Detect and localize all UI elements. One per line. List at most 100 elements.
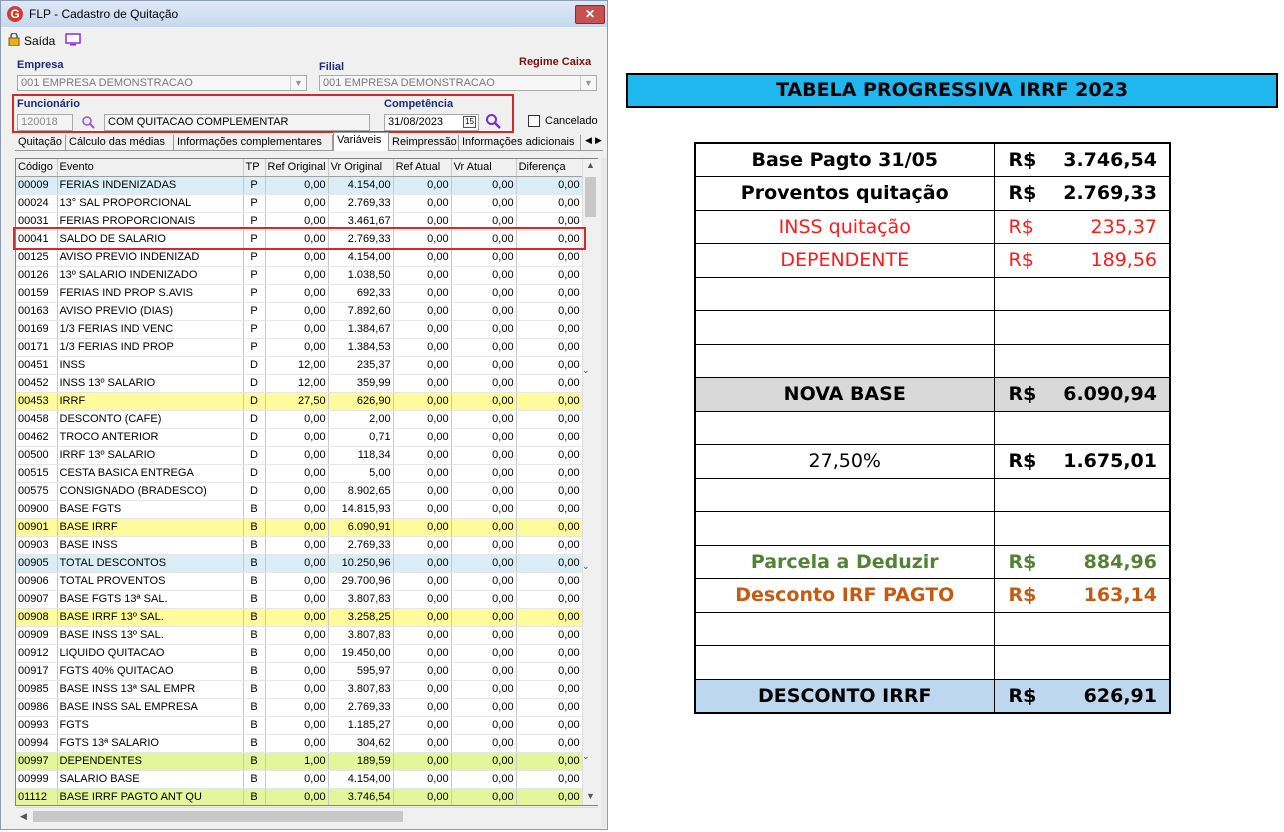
cancelado-checkbox[interactable] [528,115,540,127]
tab-scroll-left-icon[interactable]: ◀ [585,135,592,146]
table-row[interactable]: 00986 BASE INSS SAL EMPRESA B 0,00 2.769,33 0… [16,698,583,717]
grid-horizontal-scrollbar[interactable]: ◀ [16,807,598,825]
table-cell: 0,00 [265,446,329,465]
table-row[interactable]: 00126 13º SALARIO INDENIZADO P 0,00 1.038,50… [16,266,583,285]
table-row[interactable]: 00451 INSS D 12,00 235,37 0,00 0,00 0,00 [16,356,583,375]
table-cell: 0,00 [451,608,517,627]
chevron-down-icon[interactable]: ▼ [580,76,596,90]
table-cell: 0,00 [516,464,583,483]
table-cell: 0,00 [451,716,517,735]
table-row[interactable]: 00985 BASE INSS 13ª SAL EMPR B 0,00 3.807,83… [16,680,583,699]
table-cell: 4.154,00 [328,248,394,267]
table-cell: 0,00 [516,644,583,663]
chevron-down-icon[interactable]: ⌄ [582,365,590,376]
tab-calculo-medias[interactable]: Cálculo das médias [66,135,174,150]
table-row[interactable]: 00900 BASE FGTS B 0,00 14.815,93 0,00 0,00 0,00 [16,500,583,519]
table-row[interactable]: 00500 IRRF 13º SALARIO D 0,00 118,34 0,00 0,00… [16,446,583,465]
column-header[interactable]: Ref Original [265,159,329,177]
table-cell: D [243,392,266,411]
table-cell: 595,97 [328,662,394,681]
irrf-label [694,410,995,445]
table-cell: 0,00 [265,536,329,555]
table-row[interactable]: 00024 13° SAL PROPORCIONAL P 0,00 2.769,33 0,… [16,194,583,213]
table-cell: 0,00 [516,266,583,285]
filial-select[interactable]: 001 EMPRESA DEMONSTRACAO ▼ [319,75,597,91]
irrf-value [1050,343,1171,378]
scrollbar-thumb[interactable] [585,177,596,217]
table-row[interactable]: 00999 SALARIO BASE B 0,00 4.154,00 0,00 0,00 0,… [16,770,583,789]
table-row[interactable]: 00171 1/3 FERIAS IND PROP P 0,00 1.384,53 0,0… [16,338,583,357]
table-cell: B [243,590,266,609]
table-cell: 0,00 [451,590,517,609]
table-row[interactable]: 00906 TOTAL PROVENTOS B 0,00 29.700,96 0,00 0,… [16,572,583,591]
table-row[interactable]: 00163 AVISO PREVIO (DIAS) P 0,00 7.892,60 0,0… [16,302,583,321]
table-row[interactable]: 00458 DESCONTO (CAFE) D 0,00 2,00 0,00 0,00 0,0… [16,410,583,429]
tab-informacoes-complementares[interactable]: Informações complementares [174,135,333,150]
lock-icon[interactable] [8,33,20,46]
column-header[interactable]: Vr Original [328,159,394,177]
table-cell: FGTS 40% QUITACAO [57,662,244,681]
table-cell: P [243,248,266,267]
table-row[interactable]: 00009 FERIAS INDENIZADAS P 0,00 4.154,00 0,00… [16,176,583,195]
tab-reimpressao[interactable]: Reimpressão [389,135,459,150]
table-row[interactable]: 00169 1/3 FERIAS IND VENC P 0,00 1.384,67 0,0… [16,320,583,339]
table-row[interactable]: 00912 LIQUIDO QUITACAO B 0,00 19.450,00 0,00 0… [16,644,583,663]
table-row[interactable]: 00994 FGTS 13ª SALARIO B 0,00 304,62 0,00 0,00… [16,734,583,753]
column-header[interactable]: Código [16,159,58,177]
table-row[interactable]: 00908 BASE IRRF 13º SAL. B 0,00 3.258,25 0,00… [16,608,583,627]
tab-scroll-right-icon[interactable]: ▶ [595,135,602,146]
empresa-select[interactable]: 001 EMPRESA DEMONSTRACAO ▼ [17,75,307,91]
table-cell: 2.769,33 [328,536,394,555]
chevron-down-icon[interactable]: ⌄ [582,561,590,572]
table-row[interactable]: 00462 TROCO ANTERIOR D 0,00 0,71 0,00 0,00 0,00 [16,428,583,447]
chevron-left-icon[interactable]: ◀ [20,811,27,822]
chevron-down-icon[interactable]: ▼ [586,791,595,801]
exit-button[interactable]: Saída [24,34,55,48]
table-row[interactable]: 00997 DEPENDENTES B 1,00 189,59 0,00 0,00 0,00 [16,752,583,771]
tab-quitacao[interactable]: Quitação [15,135,66,150]
table-row[interactable]: 01112 BASE IRRF PAGTO ANT QU B 0,00 3.746,54… [16,788,583,805]
table-cell: 0,00 [265,428,329,447]
table-row[interactable]: 00903 BASE INSS B 0,00 2.769,33 0,00 0,00 0,00 [16,536,583,555]
table-cell: 00912 [16,644,58,663]
table-cell: 0,00 [451,194,517,213]
table-cell: TOTAL PROVENTOS [57,572,244,591]
column-header[interactable]: Ref Atual [393,159,452,177]
table-cell: B [243,626,266,645]
table-cell: 0,00 [451,572,517,591]
table-row[interactable]: 00901 BASE IRRF B 0,00 6.090,91 0,00 0,00 0,00 [16,518,583,537]
table-row[interactable]: 00125 AVISO PREVIO INDENIZAD P 0,00 4.154,00… [16,248,583,267]
table-row[interactable]: 00452 INSS 13º SALARIO D 12,00 359,99 0,00 0,0… [16,374,583,393]
table-row[interactable]: 00575 CONSIGNADO (BRADESCO) D 0,00 8.902,65 0… [16,482,583,501]
table-row[interactable]: 00907 BASE FGTS 13ª SAL. B 0,00 3.807,83 0,00… [16,590,583,609]
tab-informacoes-adicionais[interactable]: Informações adicionais [459,135,581,150]
table-row[interactable]: 00917 FGTS 40% QUITACAO B 0,00 595,97 0,00 0,0… [16,662,583,681]
column-header[interactable]: Evento [57,159,244,177]
chevron-up-icon[interactable]: ▲ [586,160,595,170]
column-header[interactable]: Diferença [516,159,583,177]
table-row[interactable]: 00453 IRRF D 27,50 626,90 0,00 0,00 0,00 [16,392,583,411]
table-row[interactable]: 00515 CESTA BASICA ENTREGA D 0,00 5,00 0,00 0,… [16,464,583,483]
grid-vertical-scrollbar[interactable]: ▲ ▼ [582,159,599,805]
irrf-currency: R$ [993,444,1050,479]
table-cell: 0,00 [265,266,329,285]
tab-variaveis[interactable]: Variáveis [333,132,389,151]
chevron-down-icon[interactable]: ▼ [290,76,306,90]
table-row[interactable]: 00905 TOTAL DESCONTOS B 0,00 10.250,96 0,00 0,… [16,554,583,573]
irrf-row: DESCONTO IRRF R$ 626,91 [694,678,1171,713]
table-cell: 27,50 [265,392,329,411]
chevron-down-icon[interactable]: ⌄ [582,751,590,762]
table-row[interactable]: 00909 BASE INSS 13º SAL. B 0,00 3.807,83 0,00… [16,626,583,645]
table-row[interactable]: 00159 FERIAS IND PROP S.AVIS P 0,00 692,33 0,… [16,284,583,303]
table-row[interactable]: 00993 FGTS B 0,00 1.185,27 0,00 0,00 0,00 [16,716,583,735]
window-scrollbar[interactable] [601,158,607,828]
irrf-row [694,511,1171,546]
column-header[interactable]: TP [243,159,266,177]
close-button[interactable]: ✕ [575,5,605,24]
irrf-row [694,310,1171,345]
scrollbar-thumb[interactable] [33,811,403,822]
irrf-value [1050,410,1171,445]
table-cell: 0,00 [265,788,329,805]
monitor-icon[interactable] [65,33,81,46]
column-header[interactable]: Vr Atual [451,159,517,177]
